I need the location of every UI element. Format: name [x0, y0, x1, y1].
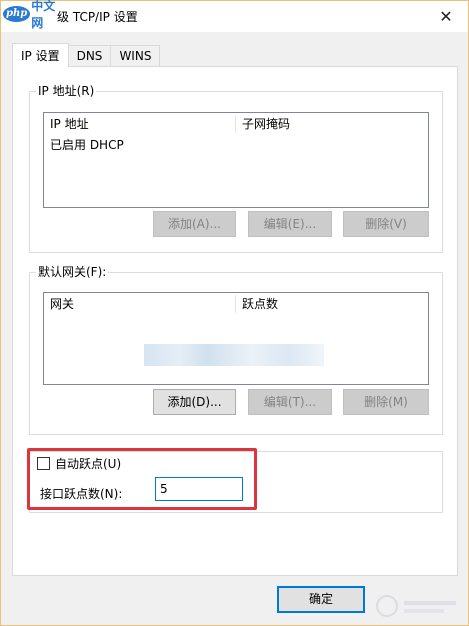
ok-button[interactable]: 确定 — [277, 586, 365, 613]
logo-latin: php — [3, 6, 31, 22]
auto-metric-label[interactable]: 自动跃点(U) — [55, 455, 121, 472]
tab-dns[interactable]: DNS — [67, 45, 112, 67]
interface-metric-input[interactable] — [155, 477, 243, 501]
delete-gateway-button[interactable]: 删除(M) — [343, 389, 429, 415]
tab-wins[interactable]: WINS — [110, 45, 161, 67]
gateway-list-header: 网关 跃点数 — [44, 293, 428, 315]
ip-address-legend: IP 地址(R) — [36, 84, 97, 98]
tab-strip: IP 设置 DNS WINS — [12, 43, 161, 67]
column-metric[interactable]: 跃点数 — [236, 293, 278, 315]
add-gateway-button[interactable]: 添加(D)... — [153, 389, 236, 415]
watermark-icon — [376, 595, 456, 617]
interface-metric-label: 接口跃点数(N): — [40, 487, 123, 501]
default-gateway-group: 默认网关(F): 网关 跃点数 添加(D)... 编辑(T)... 删除(M) — [29, 265, 443, 435]
ip-settings-panel: IP 地址(R) IP 地址 子网掩码 已启用 DHCP 添加(A)... 编辑… — [12, 66, 458, 576]
edit-gateway-button[interactable]: 编辑(T)... — [248, 389, 332, 415]
tab-ip-settings[interactable]: IP 设置 — [12, 43, 69, 67]
list-item[interactable]: 已启用 DHCP — [50, 137, 124, 153]
auto-metric-checkbox[interactable] — [37, 457, 50, 470]
ip-address-list[interactable]: IP 地址 子网掩码 已启用 DHCP — [43, 112, 429, 208]
default-gateway-legend: 默认网关(F): — [36, 265, 109, 279]
window-title: 级 TCP/IP 设置 — [57, 10, 138, 24]
edit-ip-button[interactable]: 编辑(E)... — [248, 211, 332, 237]
site-logo: php 中文网 — [3, 0, 57, 30]
gateway-list[interactable]: 网关 跃点数 — [43, 292, 429, 385]
close-icon[interactable]: ✕ — [434, 5, 458, 27]
column-subnet-mask[interactable]: 子网掩码 — [236, 113, 290, 135]
add-ip-button[interactable]: 添加(A)... — [153, 211, 236, 237]
ip-list-header: IP 地址 子网掩码 — [44, 113, 428, 135]
delete-ip-button[interactable]: 删除(V) — [343, 211, 429, 237]
tcpip-settings-dialog: php 中文网 级 TCP/IP 设置 ✕ IP 设置 DNS WINS IP … — [0, 0, 469, 626]
redacted-row — [144, 344, 324, 366]
logo-cn: 中文网 — [31, 0, 56, 30]
ip-address-group: IP 地址(R) IP 地址 子网掩码 已启用 DHCP 添加(A)... 编辑… — [29, 84, 443, 253]
column-gateway[interactable]: 网关 — [44, 293, 74, 315]
title-bar: php 中文网 级 TCP/IP 设置 ✕ — [1, 0, 468, 32]
column-ip-address[interactable]: IP 地址 — [44, 113, 89, 135]
